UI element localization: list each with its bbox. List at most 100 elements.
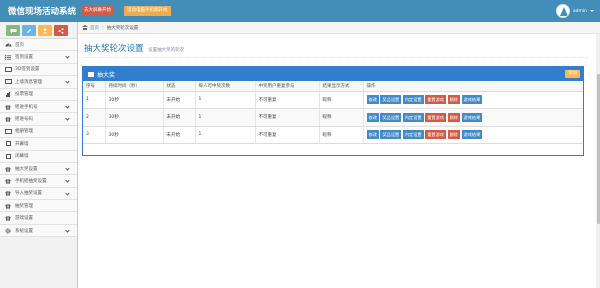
chat-icon[interactable] <box>6 25 20 36</box>
sidebar-item[interactable]: 开幕墙 <box>0 138 77 151</box>
gift-icon <box>4 104 12 110</box>
action-button[interactable]: 奖品设置 <box>380 130 402 140</box>
gift-icon <box>4 190 12 197</box>
sidebar-item-label: 投票管理 <box>15 92 33 98</box>
sidebar-item[interactable]: 导入抽奖设置 <box>0 187 77 201</box>
sidebar-item-label: 签到设置 <box>15 55 33 61</box>
gift-icon <box>4 166 12 172</box>
rounds-table: 序号 持续时间（秒） 状态 每人可中奖次数 中奖用户重复参与 结果显示方式 操作 1 30秒未… <box>83 81 584 145</box>
widget-title: 抽大奖 <box>97 71 116 79</box>
add-round-button[interactable]: 添加 <box>565 70 580 78</box>
action-button[interactable]: 奖品设置 <box>380 95 402 105</box>
bar-chart-icon <box>4 91 12 97</box>
top-navbar: 微信现场活动系统 去大屏幕开始 活动电脑手机端开始 admin <box>0 0 600 22</box>
chevron-down-icon <box>65 79 70 84</box>
sidebar-item[interactable]: 抽大奖设置 <box>0 162 77 176</box>
action-button[interactable]: 内定设置 <box>402 130 424 140</box>
sidebar-item-label: 系统设置 <box>15 228 33 234</box>
sidebar: 首页签到设置 3D签到设置 上墙消息管理投票管理摇进手机号摇进号码相册管理开幕墙 闭幕… <box>0 22 78 288</box>
cell-no: 1 <box>83 91 105 110</box>
sidebar-item[interactable]: 抽奖管理 <box>0 200 77 213</box>
sidebar-item-label: 相册管理 <box>15 129 33 135</box>
mobile-start-button[interactable]: 活动电脑手机端开始 <box>124 6 171 16</box>
sidebar-item[interactable]: 摇进手机号 <box>0 100 77 114</box>
cell-no: 3 <box>83 126 105 145</box>
sidebar-item-label: 抽奖管理 <box>15 203 33 209</box>
action-button[interactable]: 修改 <box>366 130 379 140</box>
users-icon[interactable] <box>38 25 52 36</box>
chevron-down-icon <box>65 166 70 171</box>
action-button[interactable]: 内定设置 <box>402 112 424 122</box>
sidebar-item[interactable]: 首页 <box>0 39 77 52</box>
action-button[interactable]: 删除 <box>447 130 460 140</box>
action-button[interactable]: 修改 <box>366 95 379 105</box>
action-button[interactable]: 奖品设置 <box>380 112 402 122</box>
breadcrumb-separator: › <box>102 25 104 30</box>
column-header: 结果显示方式 <box>318 81 363 92</box>
sidebar-item-label: 首页 <box>15 42 24 48</box>
action-button[interactable]: 游戏结果 <box>461 112 483 122</box>
chevron-down-icon <box>65 54 70 60</box>
action-button[interactable]: 删除 <box>447 112 460 122</box>
action-button[interactable]: 游戏结果 <box>461 95 483 105</box>
sidebar-item-label: 手机摇抽奖设置 <box>15 178 47 184</box>
desktop-icon <box>4 66 12 72</box>
table-row: 2 30秒 未开始 1 不可重复 昵称 修改 奖品设置 内定设置 重置游戏 删除 游戏结果 <box>83 108 583 127</box>
cell-status: 未开始 <box>162 108 195 127</box>
square-icon <box>4 153 12 159</box>
cell-repeat: 不可重复 <box>254 91 319 110</box>
sidebar-item[interactable]: 上墙消息管理 <box>0 76 77 89</box>
cell-duration: 30秒 <box>104 126 163 145</box>
action-button[interactable]: 修改 <box>366 112 379 122</box>
action-button[interactable]: 重置游戏 <box>425 112 446 122</box>
cell-repeat: 不可重复 <box>254 108 319 127</box>
widget-header: 抽大奖 添加 <box>83 67 583 81</box>
action-button[interactable]: 游戏结果 <box>461 130 483 140</box>
desktop-icon <box>4 79 12 85</box>
sidebar-item[interactable]: 手机摇抽奖设置 <box>0 175 77 188</box>
avatar[interactable] <box>555 4 570 18</box>
action-button[interactable]: 内定设置 <box>402 95 424 105</box>
share-icon[interactable] <box>54 25 68 36</box>
table-row: 1 30秒 未开始 1 不可重复 昵称 修改 奖品设置 内定设置 重置游戏 删除 游戏结果 <box>83 91 583 110</box>
dashboard-icon <box>4 42 12 48</box>
cell-times: 1 <box>194 108 255 127</box>
cell-repeat: 不可重复 <box>254 126 319 145</box>
action-button[interactable]: 删除 <box>447 95 460 105</box>
cell-actions: 修改 奖品设置 内定设置 重置游戏 删除 游戏结果 <box>362 108 583 127</box>
grid-icon <box>88 71 94 77</box>
scrollbar-thumb[interactable] <box>596 74 600 224</box>
gift-icon <box>4 116 12 122</box>
app-brand[interactable]: 微信现场活动系统 <box>8 5 76 17</box>
action-button[interactable]: 重置游戏 <box>425 130 446 140</box>
sidebar-item-label: 摇进手机号 <box>15 104 38 110</box>
sidebar-item[interactable]: 投票管理 <box>0 88 77 101</box>
sidebar-item[interactable]: 系统设置 <box>0 224 77 238</box>
sidebar-nav: 首页签到设置 3D签到设置 上墙消息管理投票管理摇进手机号摇进号码相册管理开幕墙 闭幕… <box>0 39 77 238</box>
sidebar-item[interactable]: 签到设置 <box>0 51 77 64</box>
action-buttons: 修改 奖品设置 内定设置 重置游戏 删除 游戏结果 <box>366 130 584 140</box>
sidebar-item[interactable]: 游戏设置 <box>0 212 77 225</box>
chevron-down-icon[interactable] <box>590 10 594 12</box>
sidebar-item-label: 摇进号码 <box>15 117 33 123</box>
cell-status: 未开始 <box>162 91 195 110</box>
page-scrollbar[interactable] <box>596 34 600 288</box>
user-menu[interactable]: admin <box>555 2 594 20</box>
column-header: 状态 <box>162 81 195 92</box>
sidebar-item[interactable]: 摇进号码 <box>0 113 77 126</box>
action-button[interactable]: 重置游戏 <box>425 95 446 105</box>
username[interactable]: admin <box>573 9 587 14</box>
page-title: 抽大奖轮次设置 <box>84 44 144 54</box>
cell-duration: 30秒 <box>104 108 163 127</box>
column-header: 操作 <box>362 81 583 92</box>
breadcrumb-home[interactable]: 首页 <box>90 25 99 31</box>
sidebar-item-label: 游戏设置 <box>15 216 33 222</box>
chevron-down-icon <box>65 228 70 233</box>
home-icon[interactable] <box>82 25 88 30</box>
big-screen-button[interactable]: 去大屏幕开始 <box>81 6 114 16</box>
sidebar-item[interactable]: 相册管理 <box>0 125 77 139</box>
sidebar-item[interactable]: 闭幕墙 <box>0 150 77 163</box>
pencil-icon[interactable] <box>22 25 36 36</box>
page-subtitle: 设置抽大奖的轮次 <box>148 48 185 53</box>
sidebar-item[interactable]: 3D签到设置 <box>0 63 77 77</box>
